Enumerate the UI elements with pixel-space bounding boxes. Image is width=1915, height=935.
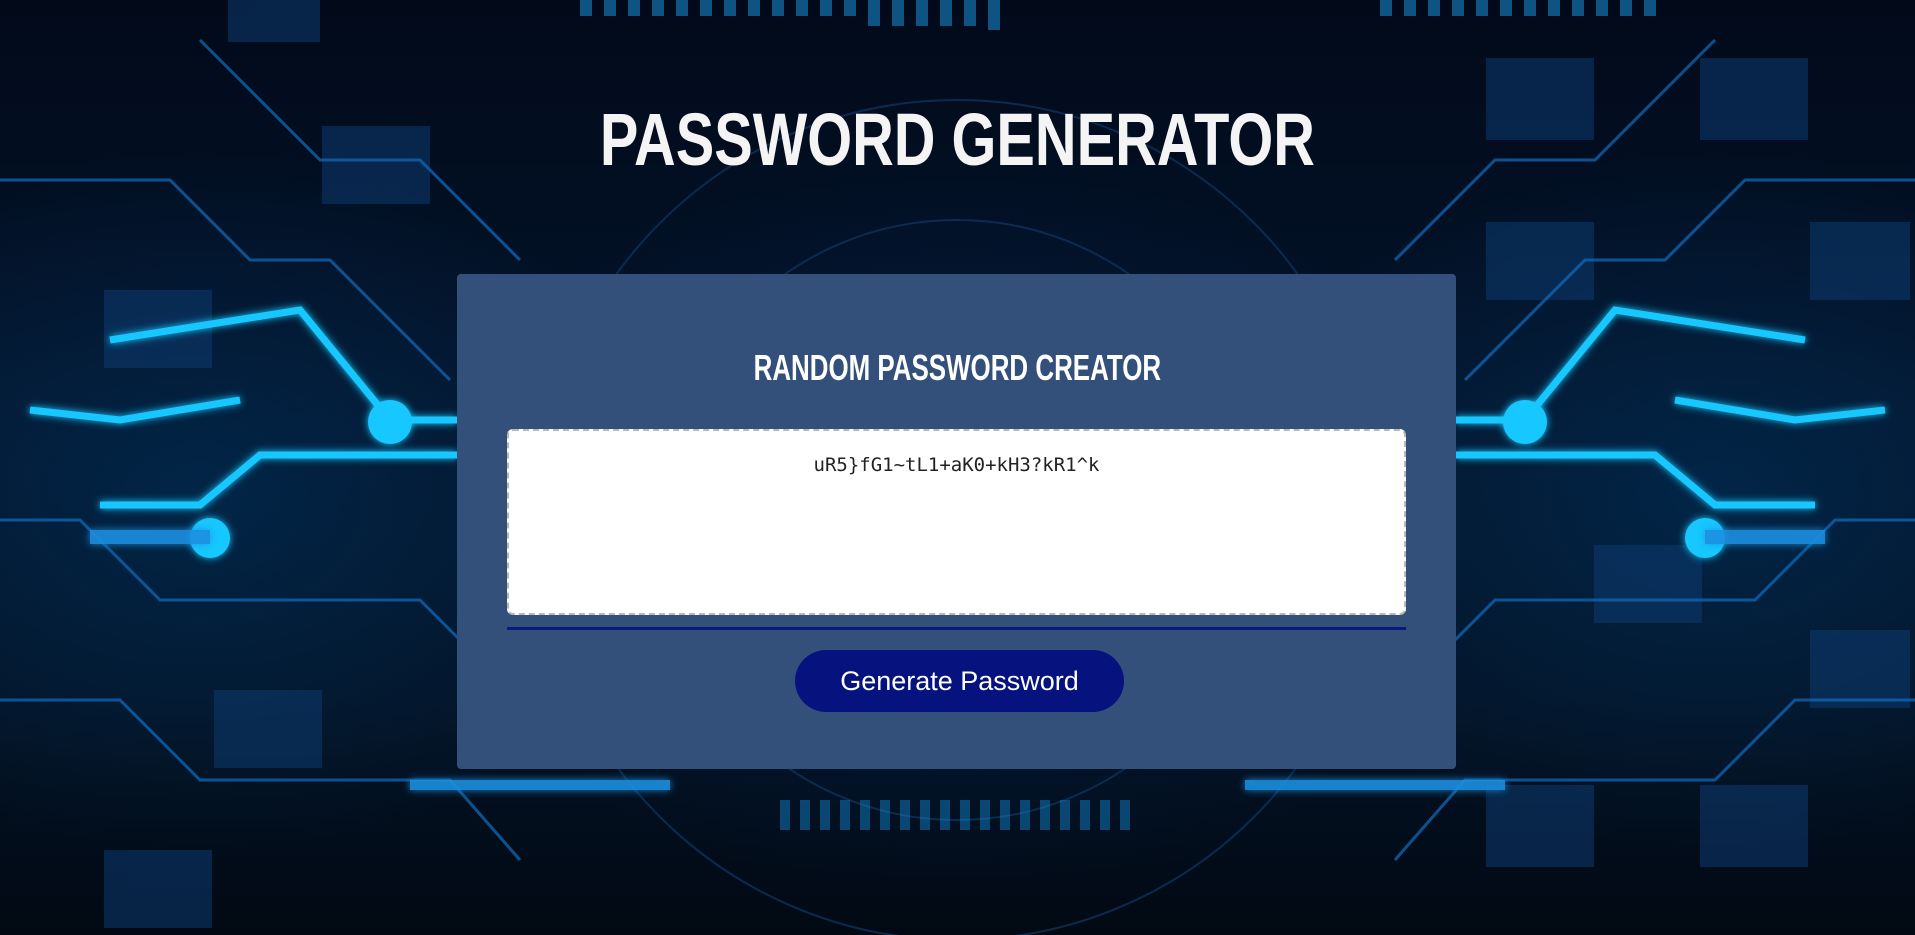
- divider: [507, 627, 1406, 630]
- generate-password-button[interactable]: Generate Password: [795, 650, 1124, 712]
- password-output[interactable]: uR5}fG1~tL1+aK0+kH3?kR1^k: [507, 429, 1406, 615]
- card-title: RANDOM PASSWORD CREATOR: [753, 347, 1162, 388]
- page-title: PASSWORD GENERATOR: [599, 98, 1315, 181]
